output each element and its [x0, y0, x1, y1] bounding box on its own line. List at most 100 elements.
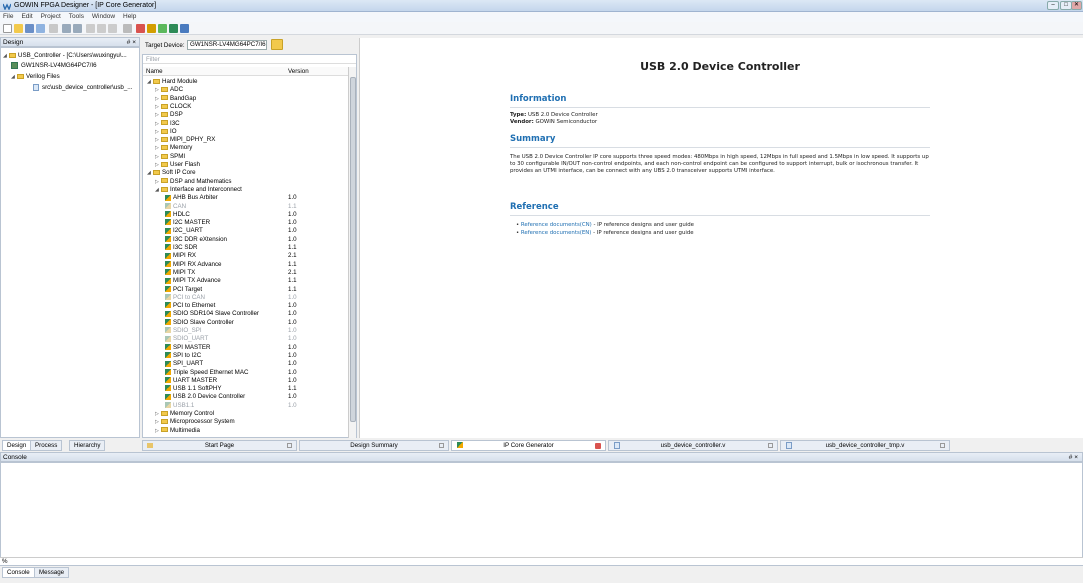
tab-usb-device-controller-tmp-v[interactable]: usb_device_controller_tmp.v [780, 440, 950, 451]
reference-item-cn: • Reference documents(CN) - IP reference… [516, 222, 694, 228]
doc-title: USB 2.0 Device Controller [640, 60, 800, 73]
tree-item-label: User Flash [170, 161, 200, 168]
ip-core-icon [165, 244, 171, 251]
tab-design-summary[interactable]: Design Summary [299, 440, 449, 451]
undo-icon[interactable] [62, 24, 71, 33]
new-file-icon[interactable] [3, 24, 12, 33]
settings-icon[interactable] [123, 24, 132, 33]
menu-bar: File Edit Project Tools Window Help [0, 12, 1083, 22]
target-device-label: Target Device: [145, 42, 185, 49]
print-icon[interactable] [49, 24, 58, 33]
tree-item-label: USB 2.0 Device Controller [173, 393, 246, 401]
redo-icon[interactable] [73, 24, 82, 33]
tab-usb-device-controller-v[interactable]: usb_device_controller.v [608, 440, 778, 451]
tree-item-label: MIPI RX [173, 252, 197, 260]
divider [510, 107, 930, 108]
tree-item-label: CAN [173, 202, 187, 210]
ip-tree-scrollbar[interactable] [348, 67, 356, 438]
ip-core-icon [165, 327, 171, 334]
folder-icon [17, 73, 24, 79]
folder-icon [161, 178, 168, 184]
reference-cn-link[interactable]: Reference documents(CN) [521, 222, 592, 228]
save-icon[interactable] [25, 24, 34, 33]
folder-icon [161, 120, 168, 126]
tree-item-label: USB1.1 [173, 401, 195, 409]
tab-ip-core-generator[interactable]: IP Core Generator [451, 440, 606, 451]
menu-project[interactable]: Project [38, 12, 64, 22]
tree-item-label: SDIO SDR104 Slave Controller [173, 310, 259, 318]
tab-process[interactable]: Process [30, 440, 63, 451]
tab-close-icon[interactable] [768, 443, 773, 448]
tree-item-label: PCI to Ethernet [173, 302, 216, 310]
tree-item-label: PCI Target [173, 285, 203, 293]
ip-core-icon[interactable] [169, 24, 178, 33]
tree-item-label: Multimedia [170, 426, 200, 434]
verilog-files-node[interactable]: ◢ Verilog Files [11, 73, 60, 81]
menu-help[interactable]: Help [120, 12, 139, 22]
ip-core-icon [165, 202, 171, 209]
reference-en-link[interactable]: Reference documents(EN) [521, 230, 592, 236]
tab-design[interactable]: Design [2, 440, 32, 451]
column-version[interactable]: Version [288, 68, 309, 75]
save-all-icon[interactable] [36, 24, 45, 33]
minimize-button[interactable]: – [1047, 1, 1059, 10]
open-folder-icon[interactable] [14, 24, 23, 33]
tab-close-icon[interactable] [940, 443, 945, 448]
target-device-field[interactable]: GW1NSR-LV4MG64PC7/I6 [187, 40, 267, 50]
tree-item-version: 1.0 [288, 293, 297, 301]
folder-icon [161, 145, 168, 151]
tree-item-label: Soft IP Core [162, 169, 196, 177]
tab-console[interactable]: Console [2, 567, 35, 578]
floorplanner-icon[interactable] [158, 24, 167, 33]
folder-icon [161, 128, 168, 134]
folder-icon [161, 410, 168, 416]
tree-item-label: ADC [170, 86, 184, 94]
tree-item-label: DSP and Mathematics [170, 177, 232, 185]
close-button[interactable]: ✕ [1071, 1, 1082, 10]
tree-item-label: MIPI TX Advance [173, 277, 221, 285]
console-header: Console # × [0, 452, 1083, 462]
target-device-bar: Target Device: GW1NSR-LV4MG64PC7/I6 [143, 38, 343, 52]
cut-icon[interactable] [86, 24, 95, 33]
tab-start-page[interactable]: Start Page [142, 440, 297, 451]
file-icon [614, 442, 620, 449]
ip-core-icon [165, 352, 171, 359]
tab-close-icon[interactable] [287, 443, 292, 448]
tab-close-icon[interactable] [595, 443, 601, 449]
console-input[interactable]: % [0, 557, 1083, 565]
tree-item-label: I3C DDR eXtension [173, 235, 227, 243]
project-node[interactable]: ◢ USB_Controller - [C:\Users\wuxingyu\... [3, 52, 127, 60]
device-node[interactable]: GW1NSR-LV4MG64PC7/I6 [11, 62, 97, 69]
filter-field[interactable]: Filter [143, 55, 356, 64]
programmer-icon[interactable] [180, 24, 189, 33]
folder-icon [161, 153, 168, 159]
tree-item-version: 1.0 [288, 360, 297, 368]
tree-item-label: I2C MASTER [173, 219, 211, 227]
ip-core-icon [165, 236, 171, 243]
menu-window[interactable]: Window [89, 12, 118, 22]
console-output[interactable] [0, 462, 1083, 566]
panel-float-close-icon[interactable]: # × [1069, 453, 1078, 462]
folder-icon [161, 427, 168, 433]
scrollbar-thumb[interactable] [350, 77, 356, 422]
home-icon [147, 443, 153, 448]
panel-float-close-icon[interactable]: # × [127, 38, 136, 47]
paste-icon[interactable] [108, 24, 117, 33]
tab-hierarchy[interactable]: Hierarchy [69, 440, 106, 451]
ip-tree-header: Name Version [143, 67, 348, 76]
tab-message[interactable]: Message [34, 567, 70, 578]
ip-tree: ◢ Hard Module ▷ ADC ▷ BandGap ▷ CLOCK ▷ DSP ▷ I3C ▷ I… [143, 78, 348, 438]
tree-item-version: 1.0 [288, 343, 297, 351]
file-icon [33, 84, 39, 91]
browse-folder-icon[interactable] [271, 39, 283, 50]
source-file-node[interactable]: src\usb_device_controller\usb_... [33, 84, 132, 91]
menu-file[interactable]: File [0, 12, 16, 22]
menu-tools[interactable]: Tools [66, 12, 87, 22]
synthesize-icon[interactable] [136, 24, 145, 33]
place-route-icon[interactable] [147, 24, 156, 33]
column-name[interactable]: Name [146, 68, 163, 75]
copy-icon[interactable] [97, 24, 106, 33]
tab-close-icon[interactable] [439, 443, 444, 448]
menu-edit[interactable]: Edit [18, 12, 35, 22]
folder-icon [161, 112, 168, 118]
